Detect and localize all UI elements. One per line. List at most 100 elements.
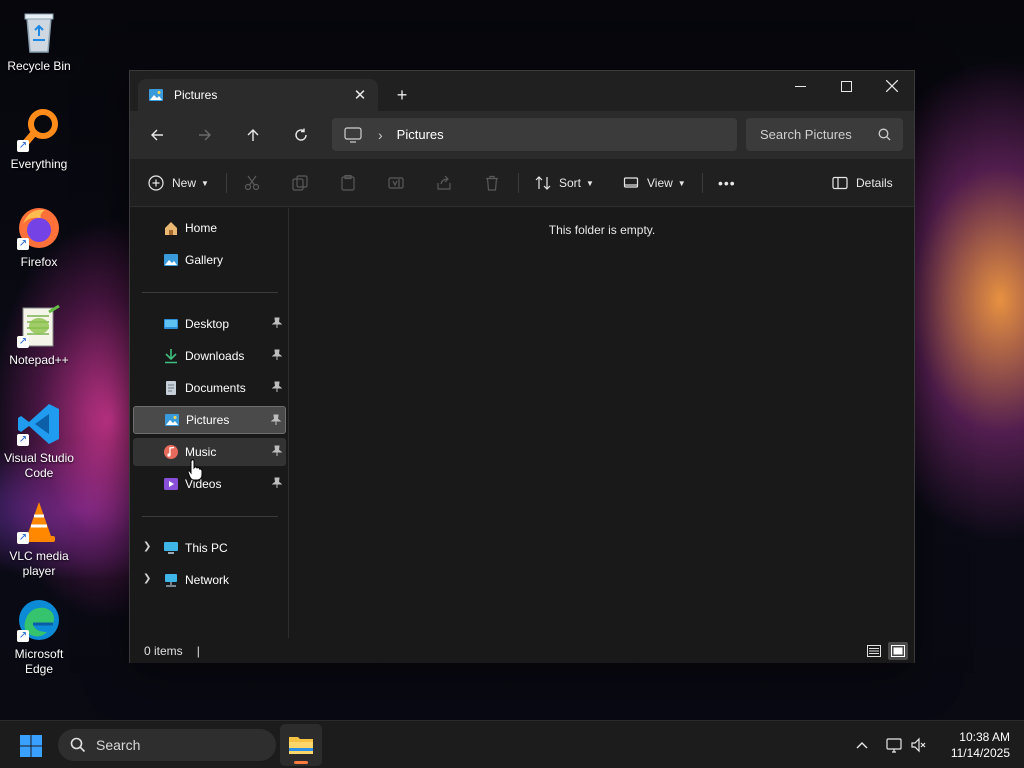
trash-icon (486, 175, 498, 191)
nav-divider (142, 516, 278, 517)
nav-item-desktop[interactable]: Desktop (133, 310, 286, 338)
minimize-button[interactable] (777, 71, 823, 101)
taskbar: Search 10:38 AM 11/14/2025 (0, 720, 1024, 768)
tab-pictures[interactable]: Pictures ✕ (138, 79, 378, 111)
pin-icon[interactable] (270, 414, 282, 426)
large-icons-view-button[interactable] (888, 642, 908, 660)
desktop-folder-icon (163, 316, 179, 332)
desktop-icon-label: Firefox (20, 255, 58, 269)
taskbar-file-explorer[interactable] (280, 724, 322, 766)
up-button[interactable] (238, 121, 268, 149)
nav-item-downloads[interactable]: Downloads (133, 342, 286, 370)
file-explorer-window: Pictures ✕ + › Pictures Search Pictures … (129, 70, 915, 663)
shortcut-arrow-icon: ↗ (17, 532, 29, 544)
pin-icon[interactable] (271, 381, 283, 393)
desktop-icon-recycle-bin[interactable]: Recycle Bin (4, 8, 74, 74)
paste-button[interactable] (340, 169, 356, 197)
copy-button[interactable] (292, 169, 308, 197)
copy-icon (292, 175, 308, 191)
this-pc-icon (163, 540, 179, 556)
back-arrow-icon (151, 129, 163, 141)
speaker-muted-icon (911, 737, 926, 753)
show-hidden-icons-button[interactable] (852, 735, 872, 755)
nav-item-this-pc[interactable]: ❯ This PC (133, 534, 286, 562)
refresh-button[interactable] (286, 121, 316, 149)
forward-arrow-icon (199, 129, 211, 141)
network-monitor-icon (886, 738, 902, 753)
nav-item-music[interactable]: Music (133, 438, 286, 466)
home-icon (163, 220, 179, 236)
desktop-icon-edge[interactable]: ↗ Microsoft Edge (4, 596, 74, 677)
close-icon (886, 80, 898, 92)
cut-icon (244, 175, 260, 191)
sort-button[interactable]: Sort ▼ (535, 169, 594, 197)
search-pictures-input[interactable]: Search Pictures (746, 118, 903, 151)
pin-icon[interactable] (271, 317, 283, 329)
more-options-button[interactable]: ••• (718, 169, 736, 197)
nav-divider (142, 292, 278, 293)
desktop-icon-everything[interactable]: ↗ Everything (4, 106, 74, 172)
share-button[interactable] (436, 169, 452, 197)
forward-button[interactable] (190, 121, 220, 149)
breadcrumb-chevron-icon[interactable]: › (378, 127, 383, 143)
maximize-button[interactable] (823, 71, 869, 101)
taskbar-search-placeholder: Search (96, 737, 141, 753)
file-list-area[interactable]: This folder is empty. (290, 208, 914, 638)
chevron-right-icon[interactable]: ❯ (143, 541, 151, 552)
desktop-icon-firefox[interactable]: ↗ Firefox (4, 204, 74, 270)
pictures-icon (164, 412, 180, 428)
view-layout-icon (623, 177, 639, 188)
shortcut-arrow-icon: ↗ (17, 238, 29, 250)
desktop-icon-vlc[interactable]: ↗ VLC media player (4, 498, 74, 579)
view-button[interactable]: View ▼ (623, 169, 686, 197)
taskbar-search-box[interactable]: Search (58, 729, 276, 761)
desktop-icon-notepadpp[interactable]: ↗ Notepad++ (4, 302, 74, 368)
breadcrumb-pictures[interactable]: Pictures (397, 127, 444, 142)
chevron-down-icon: ▼ (201, 178, 209, 188)
volume-tray-button[interactable] (909, 735, 929, 755)
nav-item-videos[interactable]: Videos (133, 470, 286, 498)
pin-icon[interactable] (271, 445, 283, 457)
address-bar[interactable]: › Pictures (332, 118, 737, 151)
start-button[interactable] (16, 731, 46, 761)
download-arrow-icon (163, 348, 179, 364)
nav-item-home[interactable]: Home (133, 214, 286, 242)
tab-close-icon[interactable]: ✕ (348, 83, 372, 107)
chevron-right-icon[interactable]: ❯ (143, 573, 151, 584)
toolbar-divider (702, 173, 703, 193)
nav-item-gallery[interactable]: Gallery (133, 246, 286, 274)
new-button[interactable]: New ▼ (148, 169, 209, 197)
minimize-icon (794, 85, 806, 87)
search-icon (70, 737, 86, 753)
taskbar-clock[interactable]: 10:38 AM 11/14/2025 (940, 729, 1010, 761)
share-icon (437, 175, 451, 190)
desktop-icon-label: VLC media player (9, 549, 69, 578)
cut-button[interactable] (244, 169, 260, 197)
network-tray-button[interactable] (884, 735, 904, 755)
nav-item-label: This PC (185, 541, 228, 555)
pin-icon[interactable] (271, 349, 283, 361)
everything-search-icon: ↗ (15, 106, 63, 154)
nav-item-label: Music (185, 445, 217, 459)
delete-button[interactable] (484, 169, 500, 197)
desktop-icon-label: Recycle Bin (7, 59, 71, 73)
new-tab-button[interactable]: + (388, 83, 416, 107)
nav-item-pictures[interactable]: Pictures (133, 406, 286, 434)
details-pane-icon (832, 176, 848, 190)
details-pane-button[interactable]: Details (832, 169, 893, 197)
back-button[interactable] (142, 121, 172, 149)
nav-item-network[interactable]: ❯ Network (133, 566, 286, 594)
desktop-icon-vscode[interactable]: ↗ Visual Studio Code (4, 400, 74, 481)
paste-icon (341, 175, 355, 191)
pin-icon[interactable] (271, 477, 283, 489)
gallery-icon (163, 252, 179, 268)
nav-item-label: Gallery (185, 253, 224, 267)
rename-icon (388, 177, 404, 189)
details-view-button[interactable] (864, 642, 884, 660)
toolbar-divider (226, 173, 227, 193)
nav-item-documents[interactable]: Documents (133, 374, 286, 402)
recycle-bin-icon (15, 8, 63, 56)
close-window-button[interactable] (869, 71, 915, 101)
rename-button[interactable] (388, 169, 404, 197)
status-bar: 0 items | (130, 638, 914, 663)
